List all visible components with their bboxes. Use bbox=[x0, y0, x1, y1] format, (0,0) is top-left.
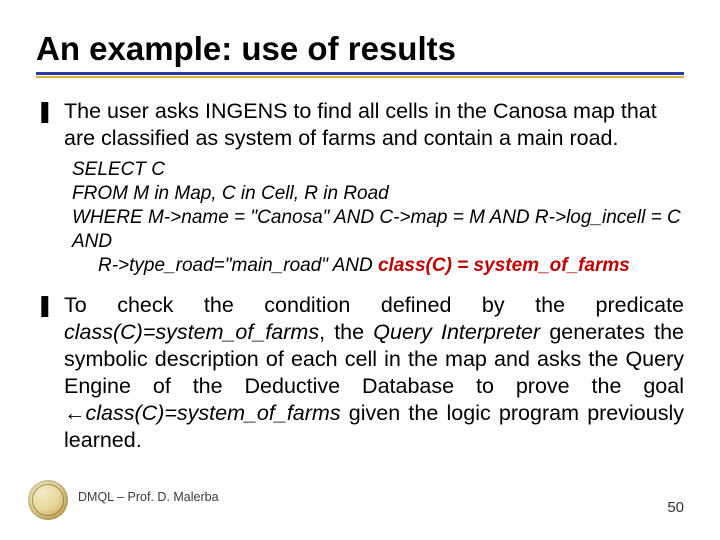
bullet-item: ❚ To check the condition defined by the … bbox=[36, 292, 684, 454]
bullet-item: ❚ The user asks INGENS to find all cells… bbox=[36, 98, 684, 152]
code-line: WHERE M->name = "Canosa" AND C->map = M … bbox=[72, 206, 684, 254]
seal-icon bbox=[28, 480, 68, 520]
code-line: FROM M in Map, C in Cell, R in Road bbox=[72, 182, 684, 206]
bullet-text: The user asks INGENS to find all cells i… bbox=[64, 98, 684, 152]
title-underline bbox=[36, 72, 684, 78]
footer-text: DMQL – Prof. D. Malerba bbox=[78, 490, 219, 504]
italic-term: class(C)=system_of_farms bbox=[64, 320, 319, 344]
slide-title: An example: use of results bbox=[36, 30, 684, 68]
text-run: , the bbox=[319, 320, 373, 344]
arrow-icon: ← bbox=[64, 401, 86, 425]
predicate-highlight: class(C) = system_of_farms bbox=[378, 255, 630, 276]
bullet-icon: ❚ bbox=[36, 292, 64, 454]
bullet-text: To check the condition defined by the pr… bbox=[64, 292, 684, 454]
page-number: 50 bbox=[667, 499, 684, 516]
bullet-icon: ❚ bbox=[36, 98, 64, 152]
code-text: R->type_road="main_road" AND bbox=[98, 255, 378, 276]
text-run: To check the condition defined by the pr… bbox=[64, 293, 684, 317]
query-code: SELECT C FROM M in Map, C in Cell, R in … bbox=[72, 158, 684, 278]
italic-term: class(C)=system_of_farms bbox=[86, 401, 341, 425]
slide: An example: use of results ❚ The user as… bbox=[0, 0, 720, 540]
code-line: R->type_road="main_road" AND class(C) = … bbox=[72, 254, 684, 278]
code-line: SELECT C bbox=[72, 158, 684, 182]
italic-term: Query Interpreter bbox=[373, 320, 540, 344]
